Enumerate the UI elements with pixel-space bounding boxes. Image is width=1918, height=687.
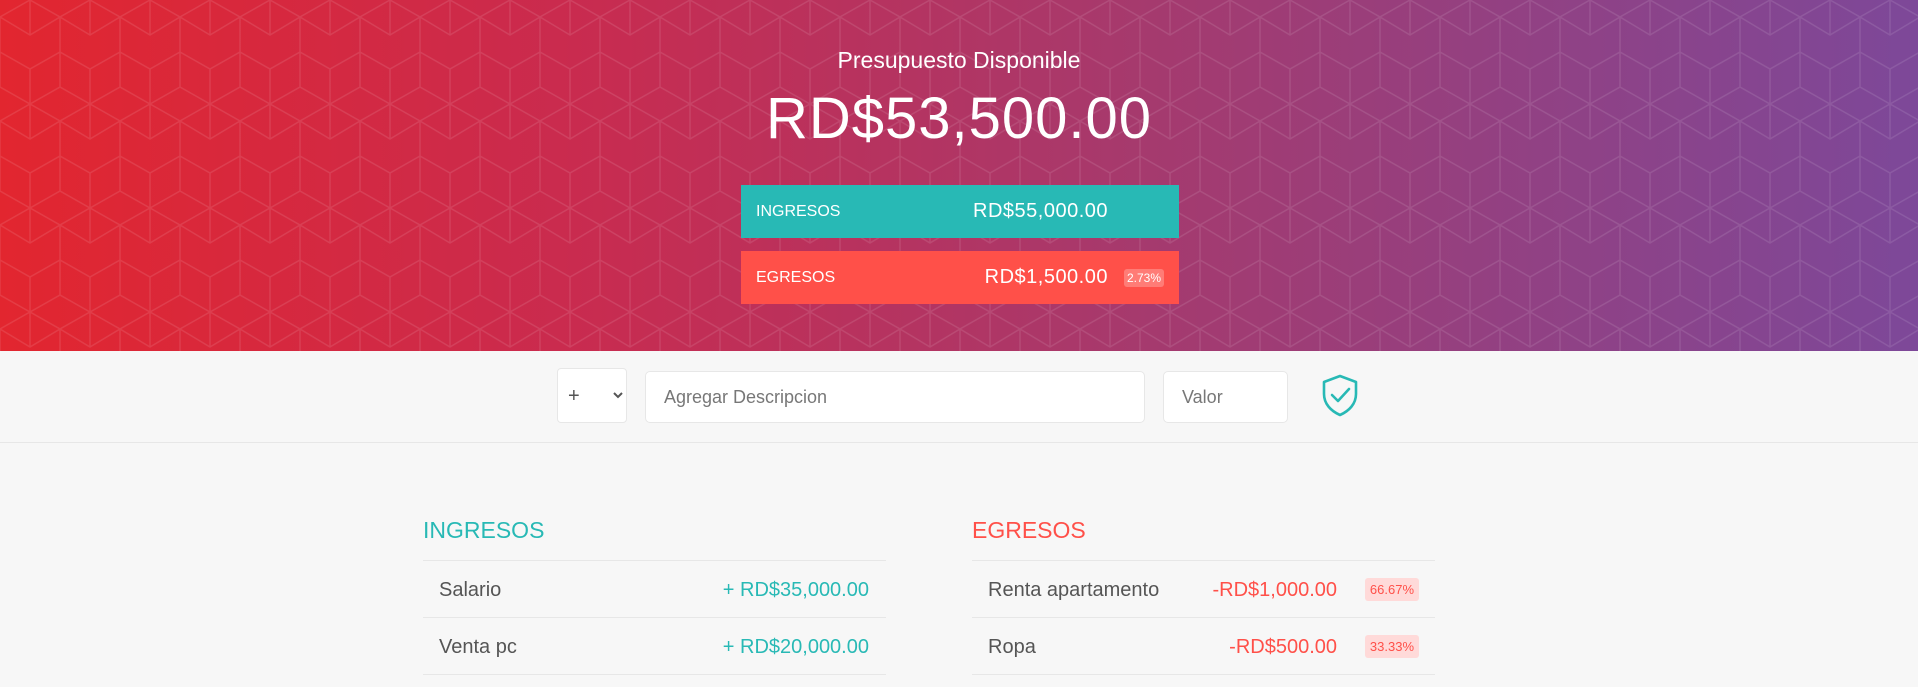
value-input[interactable] [1163,371,1288,423]
expense-item-description: Ropa [988,636,1036,658]
expense-item-percentage: 33.33% [1364,635,1419,658]
expense-list-title: EGRESOS [972,517,1086,543]
expense-summary: EGRESOS RD$1,500.00 2.73% [741,251,1179,304]
expense-item[interactable]: Renta apartamento -RD$1,000.00 66.67% [972,560,1435,617]
expense-list: EGRESOS Renta apartamento -RD$1,000.00 6… [972,516,1435,675]
expense-percentage-badge: 2.73% [1123,268,1164,287]
income-item[interactable]: Salario + RD$35,000.00 [423,560,886,617]
expense-item[interactable]: Ropa -RD$500.00 33.33% [972,617,1435,675]
income-item-value: + RD$20,000.00 [722,636,869,658]
income-summary: INGRESOS RD$55,000.00 [741,185,1179,238]
expense-summary-label: EGRESOS [756,268,836,286]
income-list: INGRESOS Salario + RD$35,000.00 Venta pc… [423,516,886,675]
budget-title: Presupuesto Disponible [837,47,1081,73]
income-item[interactable]: Venta pc + RD$20,000.00 [423,617,886,675]
expense-item-description: Renta apartamento [988,579,1160,601]
budget-panel: Presupuesto Disponible RD$53,500.00 [0,0,1918,154]
expense-summary-value: RD$1,500.00 [984,266,1108,288]
description-input[interactable] [645,371,1145,423]
income-item-value: + RD$35,000.00 [722,579,869,601]
income-item-description: Salario [439,579,502,601]
add-entry-button[interactable] [1315,370,1365,420]
budget-header: Presupuesto Disponible RD$53,500.00 INGR… [0,0,1918,351]
income-summary-value: RD$55,000.00 [973,200,1108,222]
type-select[interactable]: + - [557,368,627,423]
income-item-description: Venta pc [439,636,517,658]
shield-check-icon [1322,374,1358,417]
add-entry-bar: + - [0,351,1918,443]
income-summary-label: INGRESOS [756,202,841,220]
expense-item-value: -RD$500.00 [1229,636,1337,658]
expense-item-value: -RD$1,000.00 [1212,579,1337,601]
expense-item-percentage: 66.67% [1364,578,1419,601]
income-list-title: INGRESOS [423,517,545,543]
budget-value: RD$53,500.00 [765,86,1153,151]
